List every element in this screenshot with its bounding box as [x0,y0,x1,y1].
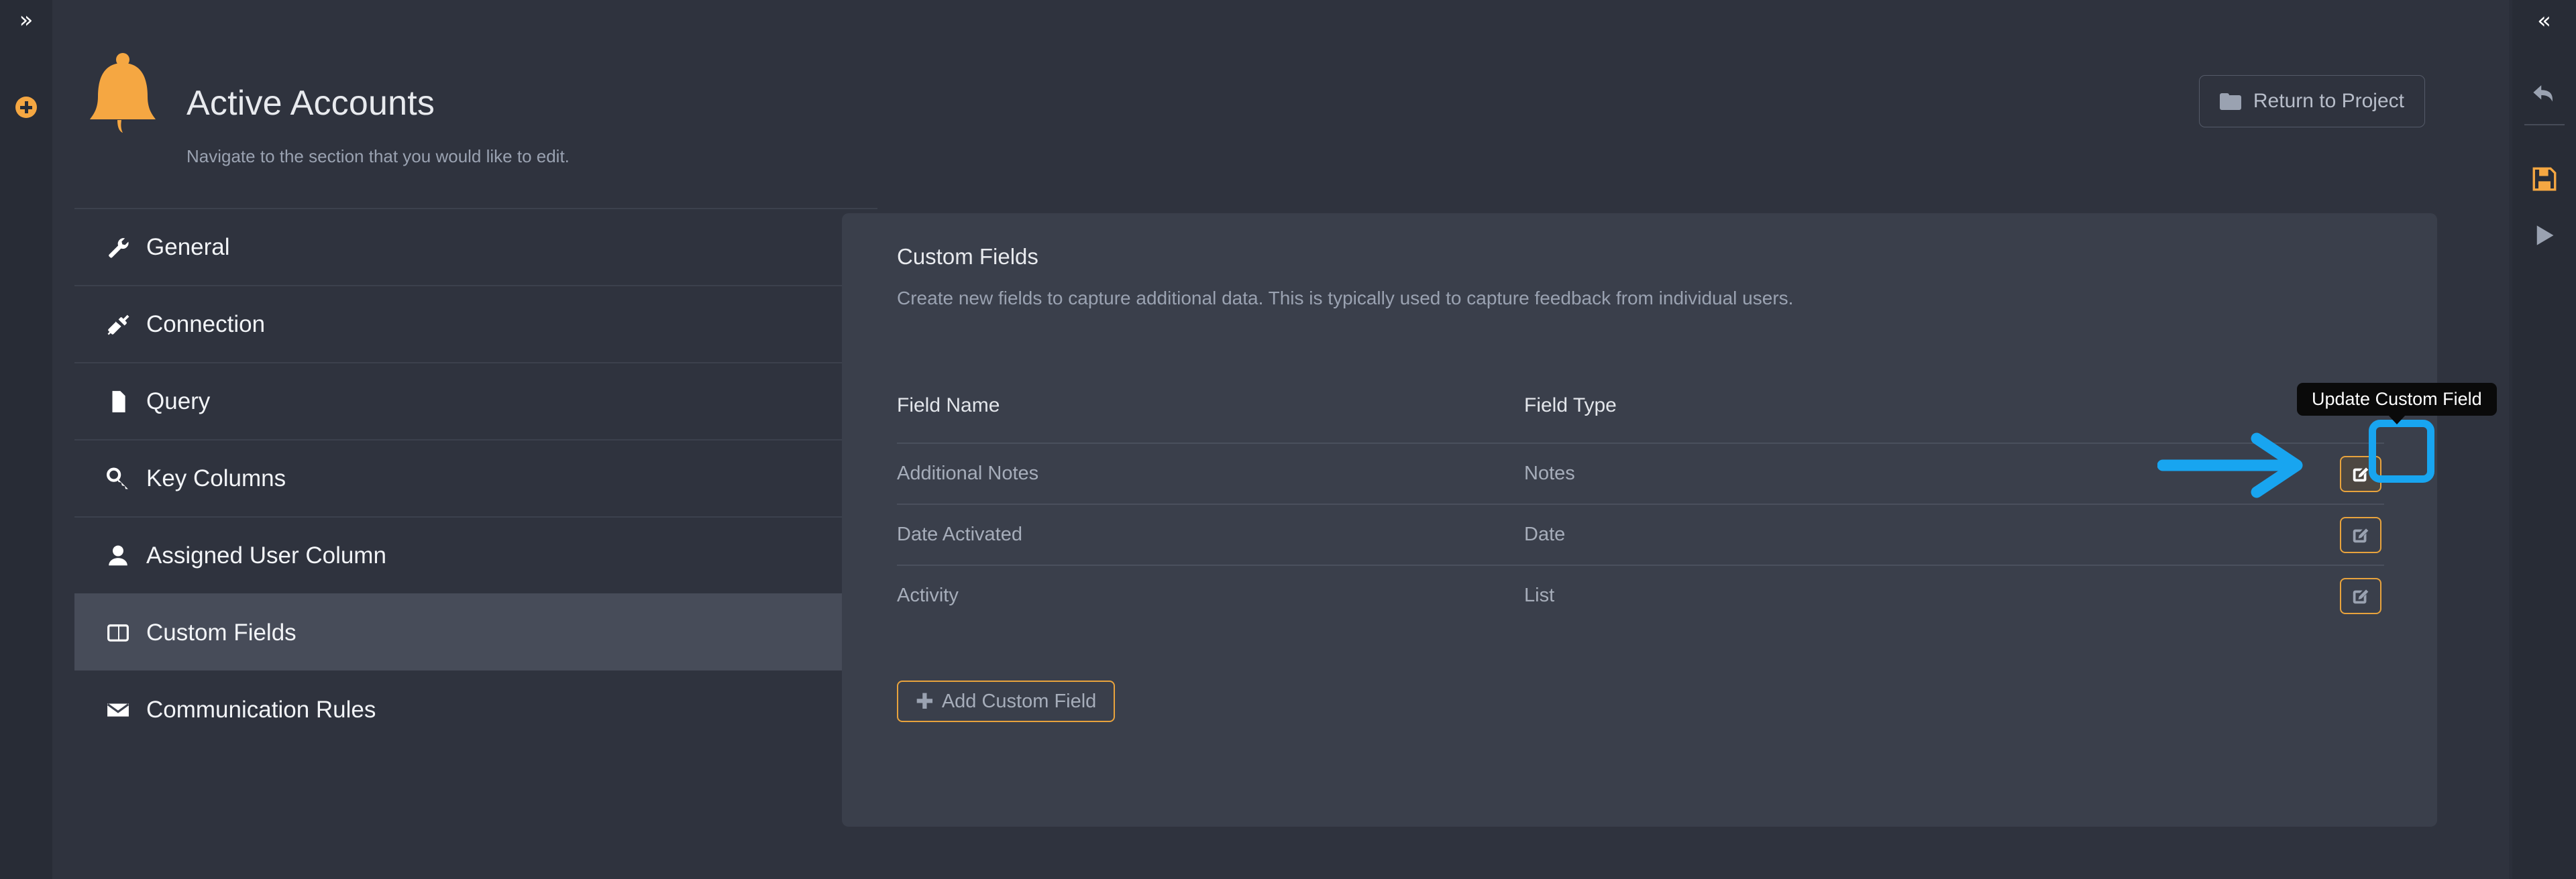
bell-icon [86,52,160,133]
sidebar-item-assigned-user-column[interactable]: Assigned User Column [74,516,877,593]
plus-circle-icon [15,97,37,118]
sidebar-item-label: Communication Rules [146,697,376,723]
page-header: Active Accounts Navigate to the section … [52,0,2509,194]
left-rail: » [0,0,52,879]
table-row: Activity List [897,565,2384,626]
update-custom-field-button[interactable] [2340,516,2381,553]
folder-icon [2219,93,2241,110]
save-button[interactable] [2512,158,2576,200]
run-button[interactable] [2512,215,2576,256]
save-disk-icon [2532,167,2556,191]
plus-icon: ✚ [916,689,934,714]
rail-divider [2524,124,2565,125]
sidebar-item-general[interactable]: General [74,208,877,285]
edit-icon [2353,589,2369,603]
panel-description: Create new fields to capture additional … [897,288,1794,308]
cell-actions [2202,455,2384,492]
add-item-button[interactable] [0,87,52,127]
file-icon [105,388,131,415]
cell-field-name: Activity [897,585,959,606]
custom-fields-panel: Custom Fields Create new fields to captu… [842,213,2437,827]
cell-field-type: List [1524,585,1555,606]
chevron-double-left-icon: « [2537,7,2551,34]
cell-field-type: Date [1524,524,1566,545]
columns-icon [105,620,131,646]
play-triangle-icon [2536,225,2553,245]
right-rail: « [2512,0,2576,879]
page-title: Active Accounts [186,84,435,123]
plug-icon [105,311,131,338]
sidebar-item-communication-rules[interactable]: Communication Rules [74,670,877,748]
sidebar-item-label: Assigned User Column [146,542,386,569]
table-row: Date Activated Date [897,504,2384,565]
sidebar-item-query[interactable]: Query [74,362,877,439]
cell-actions [2202,516,2384,553]
column-header-field-name: Field Name [897,394,1000,416]
undo-arrow-icon [2532,85,2553,102]
collapse-panel-button[interactable]: « [2512,0,2576,42]
settings-nav: General Connection Query Key Columns Ass… [74,208,877,748]
sidebar-item-connection[interactable]: Connection [74,285,877,362]
sidebar-item-label: Connection [146,311,266,337]
return-to-project-label: Return to Project [2253,90,2404,112]
custom-fields-table: Field Name Field Type Additional Notes N… [897,396,2384,626]
key-icon [105,465,131,492]
cell-field-type: Notes [1524,463,1575,484]
envelope-icon [105,697,131,723]
add-custom-field-label: Add Custom Field [941,690,1097,712]
sidebar-item-label: General [146,234,230,260]
column-header-field-type: Field Type [1524,394,1617,416]
page-subtitle: Navigate to the section that you would l… [186,146,570,166]
panel-title: Custom Fields [897,244,1038,269]
cell-actions [2202,577,2384,614]
chevron-double-right-icon: » [19,7,34,34]
undo-button[interactable] [2512,72,2576,114]
cell-field-name: Additional Notes [897,463,1039,484]
update-custom-field-tooltip: Update Custom Field [2297,383,2497,416]
cell-field-name: Date Activated [897,524,1022,545]
app-screen: » Active Accounts Navigate to the sectio… [0,0,2576,879]
sidebar-item-label: Key Columns [146,465,286,491]
user-icon [105,542,131,569]
edit-icon [2353,467,2369,481]
wrench-icon [105,234,131,261]
update-custom-field-button[interactable] [2340,455,2381,492]
add-custom-field-button[interactable]: ✚ Add Custom Field [897,681,1116,722]
table-row: Additional Notes Notes [897,443,2384,504]
update-custom-field-button[interactable] [2340,577,2381,614]
return-to-project-button[interactable]: Return to Project [2198,75,2425,127]
edit-icon [2353,528,2369,542]
sidebar-item-key-columns[interactable]: Key Columns [74,439,877,516]
sidebar-item-label: Custom Fields [146,620,297,646]
sidebar-item-custom-fields[interactable]: Custom Fields [74,593,877,670]
expand-sidebar-button[interactable]: » [0,0,52,40]
sidebar-item-label: Query [146,388,211,414]
table-header-row: Field Name Field Type [897,396,2384,443]
